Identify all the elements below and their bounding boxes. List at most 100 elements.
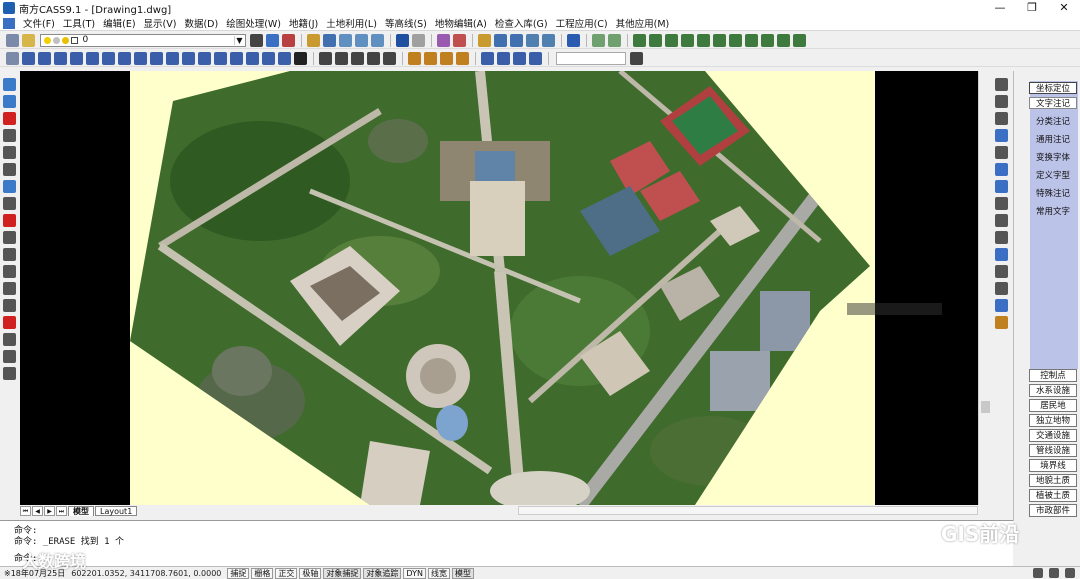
palette-btn-water-facility[interactable]: 水系设施 <box>1029 384 1077 397</box>
left-tool-10-icon[interactable] <box>2 231 16 244</box>
palette-btn-municipal-parts[interactable]: 市政部件 <box>1029 504 1077 517</box>
cass-draw-13-icon[interactable] <box>529 51 542 65</box>
insert-block-icon[interactable] <box>198 51 211 65</box>
palette-btn-common-text[interactable]: 常用文字 <box>1029 206 1077 218</box>
draw-icon[interactable] <box>478 33 491 47</box>
status-polar-toggle[interactable]: 极轴 <box>299 567 322 579</box>
line-icon[interactable] <box>22 51 35 65</box>
menu-draw-process[interactable]: 绘图处理(W) <box>222 16 285 30</box>
right-tool-4-icon[interactable] <box>994 129 1008 142</box>
palette-btn-define-font[interactable]: 定义字型 <box>1029 170 1077 182</box>
drawing-canvas[interactable] <box>20 71 978 505</box>
cass-tool-1-icon[interactable] <box>592 33 605 47</box>
cass-draw-9-icon[interactable] <box>456 51 469 65</box>
tab-model[interactable]: 模型 <box>68 505 94 516</box>
cass-tool-8-icon[interactable] <box>713 33 726 47</box>
right-tool-7-icon[interactable] <box>994 180 1008 193</box>
arc-icon[interactable] <box>102 51 115 65</box>
cass-draw-6-icon[interactable] <box>408 51 421 65</box>
palette-btn-control-point[interactable]: 控制点 <box>1029 369 1077 382</box>
menu-view[interactable]: 显示(V) <box>140 16 181 30</box>
polygon-icon[interactable] <box>70 51 83 65</box>
status-lineweight-toggle[interactable]: 线宽 <box>427 567 450 579</box>
palette-btn-general-annotation[interactable]: 通用注记 <box>1029 134 1077 146</box>
cass-tool-5-icon[interactable] <box>665 33 678 47</box>
chevron-down-icon[interactable]: ▼ <box>233 35 245 45</box>
left-tool-6-icon[interactable] <box>2 163 16 176</box>
point-icon[interactable] <box>230 51 243 65</box>
tab-layout1[interactable]: Layout1 <box>95 505 138 516</box>
left-tool-15-icon[interactable] <box>2 316 16 329</box>
status-dyn-toggle[interactable]: DYN <box>403 567 426 579</box>
table-icon[interactable] <box>278 51 291 65</box>
palette-btn-independent-feature[interactable]: 独立地物 <box>1029 414 1077 427</box>
cass-draw-2-icon[interactable] <box>335 51 348 65</box>
status-tray-3-icon[interactable] <box>1064 568 1075 578</box>
right-tool-14-icon[interactable] <box>994 299 1008 312</box>
command-window[interactable]: 命令: 命令: _ERASE 找到 1 个 命令: <box>0 520 1013 566</box>
cass-draw-1-icon[interactable] <box>319 51 332 65</box>
trim-icon[interactable] <box>526 33 539 47</box>
style-select[interactable] <box>555 51 626 65</box>
right-tool-12-icon[interactable] <box>994 265 1008 278</box>
cass-tool-13-icon[interactable] <box>793 33 806 47</box>
scrollbar-thumb[interactable] <box>981 401 990 413</box>
status-grid-toggle[interactable]: 栅格 <box>251 567 274 579</box>
cass-tool-3-icon[interactable] <box>633 33 646 47</box>
right-tool-10-icon[interactable] <box>994 231 1008 244</box>
hatch-icon[interactable] <box>246 51 259 65</box>
cass-draw-10-icon[interactable] <box>481 51 494 65</box>
left-tool-13-icon[interactable] <box>2 282 16 295</box>
rectangle-icon[interactable] <box>86 51 99 65</box>
left-tool-1-icon[interactable] <box>2 78 16 91</box>
document-icon[interactable] <box>3 17 15 29</box>
cass-draw-7-icon[interactable] <box>424 51 437 65</box>
revcloud-icon[interactable] <box>134 51 147 65</box>
cass-draw-12-icon[interactable] <box>513 51 526 65</box>
right-tool-9-icon[interactable] <box>994 214 1008 227</box>
cass-draw-4-icon[interactable] <box>367 51 380 65</box>
palette-btn-boundary-line[interactable]: 境界线 <box>1029 459 1077 472</box>
tab-nav-next-icon[interactable]: ▶ <box>44 505 55 516</box>
undo-icon[interactable] <box>396 33 409 47</box>
status-ortho-toggle[interactable]: 正交 <box>275 567 298 579</box>
left-tool-16-icon[interactable] <box>2 333 16 346</box>
close-button[interactable]: ✕ <box>1048 0 1080 16</box>
left-tool-3-icon[interactable] <box>2 112 16 125</box>
status-tray-2-icon[interactable] <box>1048 568 1059 578</box>
minimize-button[interactable]: — <box>984 0 1016 16</box>
palette-btn-landform-soil[interactable]: 地貌土质 <box>1029 474 1077 487</box>
tab-nav-last-icon[interactable]: ⏭ <box>56 505 67 516</box>
left-tool-5-icon[interactable] <box>2 146 16 159</box>
ellipse-icon[interactable] <box>166 51 179 65</box>
cass-tool-12-icon[interactable] <box>777 33 790 47</box>
design-center-icon[interactable] <box>453 33 466 47</box>
status-snap-toggle[interactable]: 捕捉 <box>227 567 250 579</box>
menu-land-use[interactable]: 土地利用(L) <box>322 16 381 30</box>
layer-select[interactable]: 0 ▼ <box>39 33 246 47</box>
left-tool-4-icon[interactable] <box>2 129 16 142</box>
cass-draw-5-icon[interactable] <box>383 51 396 65</box>
layer-manager-icon[interactable] <box>22 33 35 47</box>
cass-draw-3-icon[interactable] <box>351 51 364 65</box>
palette-btn-category-annotation[interactable]: 分类注记 <box>1029 116 1077 128</box>
menu-file[interactable]: 文件(F) <box>19 16 59 30</box>
palette-btn-special-annotation[interactable]: 特殊注记 <box>1029 188 1077 200</box>
menu-edit[interactable]: 编辑(E) <box>99 16 139 30</box>
palette-btn-text-annotation[interactable]: 文字注记 <box>1029 97 1077 109</box>
tab-nav-prev-icon[interactable]: ◀ <box>32 505 43 516</box>
zoom-window-icon[interactable] <box>355 33 368 47</box>
menu-tools[interactable]: 工具(T) <box>59 16 99 30</box>
zoom-realtime-icon[interactable] <box>339 33 352 47</box>
make-block-icon[interactable] <box>214 51 227 65</box>
left-tool-9-icon[interactable] <box>2 214 16 227</box>
cass-tool-6-icon[interactable] <box>681 33 694 47</box>
palette-btn-coordinate-locate[interactable]: 坐标定位 <box>1029 82 1077 94</box>
layer-list-icon[interactable] <box>250 33 263 47</box>
menu-engineering[interactable]: 工程应用(C) <box>552 16 612 30</box>
menu-cadastre[interactable]: 地籍(J) <box>285 16 322 30</box>
cass-draw-11-icon[interactable] <box>497 51 510 65</box>
vertical-scrollbar[interactable] <box>978 71 991 505</box>
cass-tool-2-icon[interactable] <box>608 33 621 47</box>
cass-tool-11-icon[interactable] <box>761 33 774 47</box>
